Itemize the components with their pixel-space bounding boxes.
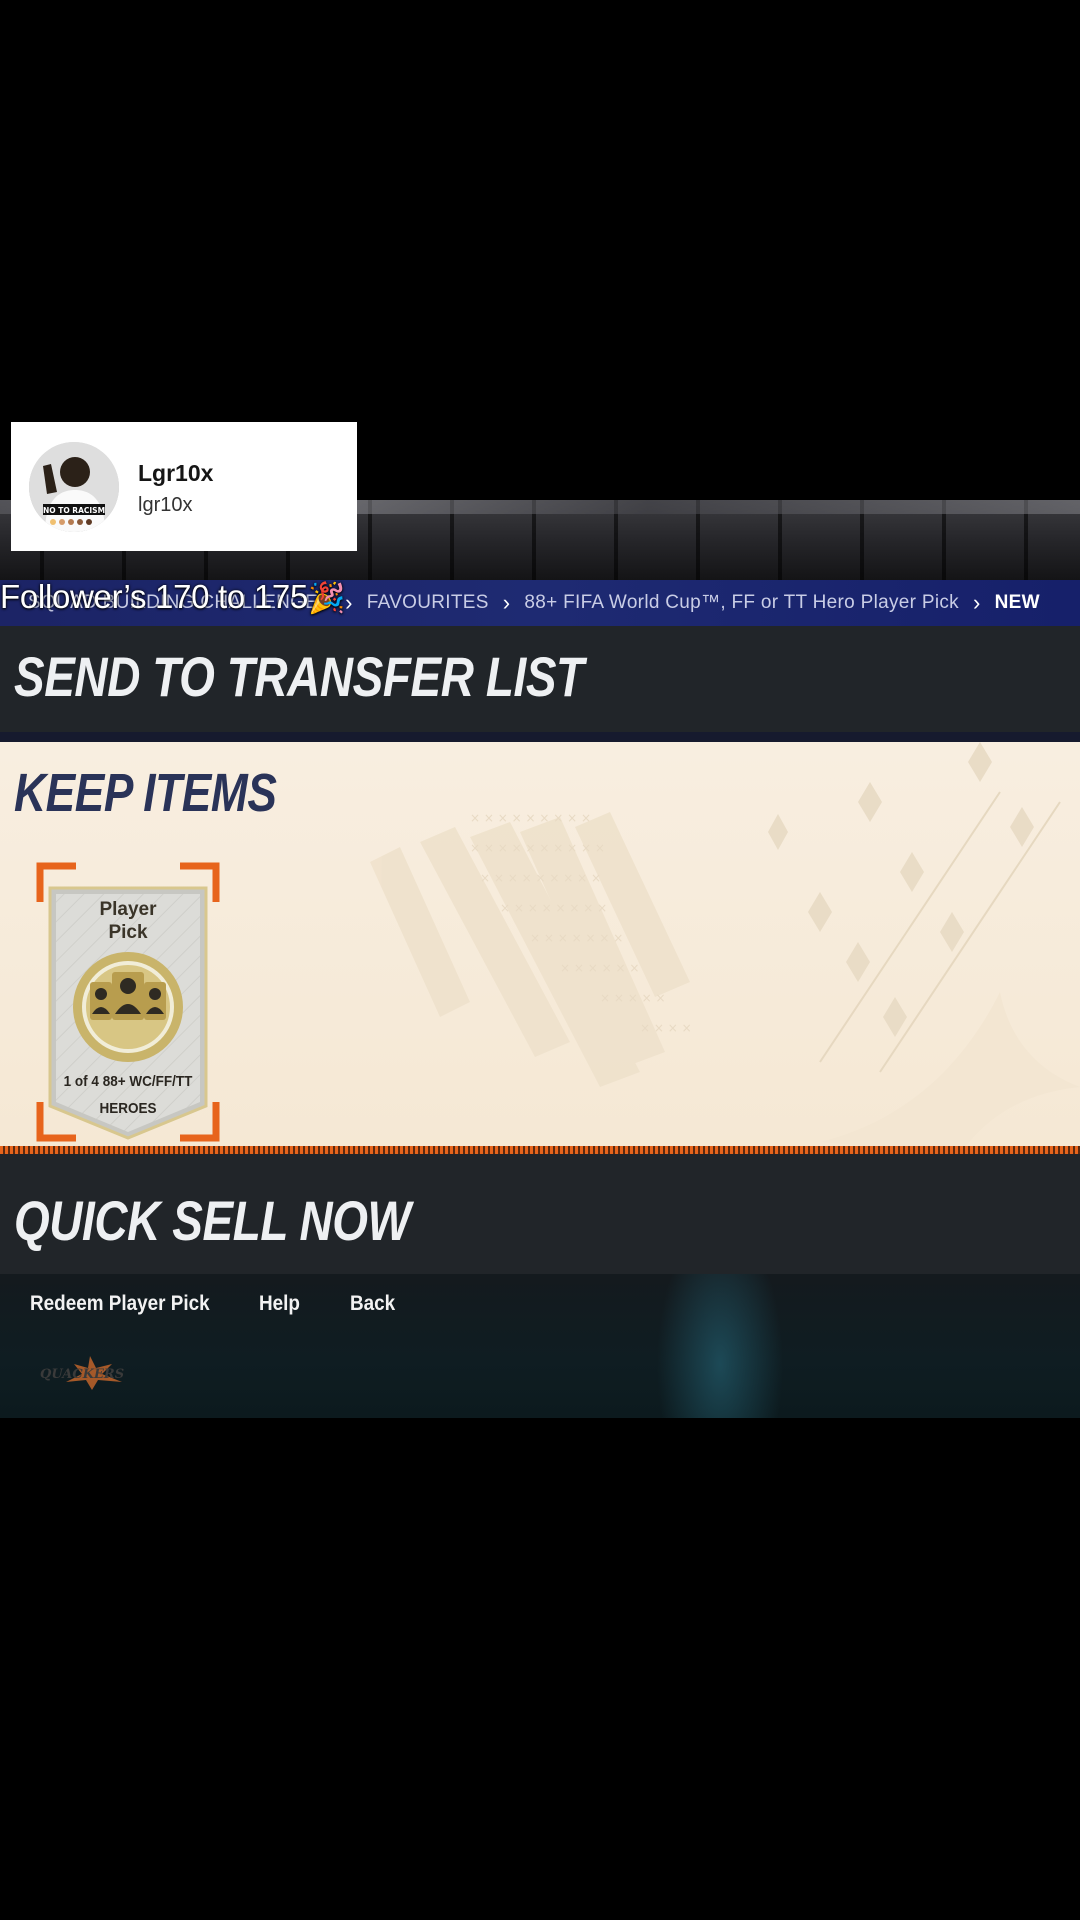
player-pick-desc-line2: HEROES (99, 1100, 157, 1117)
send-to-transfer-list-row[interactable]: SEND TO TRANSFER LIST (0, 626, 1080, 732)
breadcrumb-item-player-pick[interactable]: 88+ FIFA World Cup™, FF or TT Hero Playe… (524, 592, 959, 614)
player-pick-title: Player Pick (36, 898, 220, 944)
keep-panel-border (0, 1146, 1080, 1154)
quick-sell-now-label: QUICK SELL NOW (14, 1189, 411, 1252)
quackers-watermark-logo: QUACKERS (40, 1356, 124, 1390)
help-button[interactable]: Help (259, 1292, 300, 1316)
player-pick-card[interactable]: Player Pick 1 of 4 88+ WC/FF/TT HEROES (36, 862, 220, 1142)
avatar-image: NO TO RACISM (29, 442, 119, 532)
svg-text:× × × × × × × × × ×: × × × × × × × × × × (470, 841, 605, 855)
player-pick-description: 1 of 4 88+ WC/FF/TT HEROES (45, 1068, 211, 1122)
svg-text:× × × × ×: × × × × × (600, 991, 666, 1005)
row-divider (0, 732, 1080, 742)
profile-card[interactable]: NO TO RACISM Lgr10x lgr10x (11, 422, 357, 551)
breadcrumb-item-current: NEW (994, 592, 1040, 613)
player-pick-title-line1: Player (99, 899, 157, 920)
svg-text:× × × × × × × ×: × × × × × × × × (500, 901, 607, 915)
redeem-player-pick-button[interactable]: Redeem Player Pick (30, 1292, 210, 1316)
player-pick-desc-line1: 1 of 4 88+ WC/FF/TT (63, 1073, 193, 1090)
keep-items-row[interactable]: × × × × × × × × × × × × × × × × × × × × … (0, 742, 1080, 1154)
chevron-right-icon: › (345, 590, 353, 615)
svg-text:× × × × × ×: × × × × × × (560, 961, 639, 975)
controller-footer: Redeem Player Pick Help Back QUACKERS (0, 1274, 1080, 1418)
player-pick-title-line2: Pick (108, 922, 148, 943)
svg-text:× × × ×: × × × × (640, 1021, 692, 1035)
chevron-right-icon: › (972, 590, 981, 615)
svg-text:NO TO RACISM: NO TO RACISM (43, 506, 105, 515)
svg-text:× × × × × × × × ×: × × × × × × × × × (480, 871, 601, 885)
keep-items-label: KEEP ITEMS (14, 763, 277, 823)
svg-text:× × × × × × ×: × × × × × × × (530, 931, 623, 945)
svg-text:QUACKERS: QUACKERS (40, 1367, 124, 1382)
send-to-transfer-list-label: SEND TO TRANSFER LIST (14, 645, 584, 708)
back-button[interactable]: Back (350, 1292, 395, 1316)
game-screen: SQUAD BUILDING CHALLENGES › FAVOURITES ›… (0, 500, 1080, 1418)
quick-sell-now-row[interactable]: QUICK SELL NOW (0, 1154, 1080, 1274)
breadcrumb-item-favourites[interactable]: FAVOURITES (367, 592, 489, 614)
display-name: Lgr10x (138, 460, 214, 486)
chevron-right-icon: › (502, 590, 511, 615)
caption-text: Follower’s 170 to 175 (0, 578, 309, 615)
avatar[interactable]: NO TO RACISM (29, 442, 119, 532)
party-popper-icon: 🎉 (308, 582, 346, 615)
video-caption: Follower’s 170 to 175🎉 (0, 578, 345, 616)
username: lgr10x (138, 494, 193, 516)
svg-text:× × × × × × × × ×: × × × × × × × × × (470, 811, 591, 825)
